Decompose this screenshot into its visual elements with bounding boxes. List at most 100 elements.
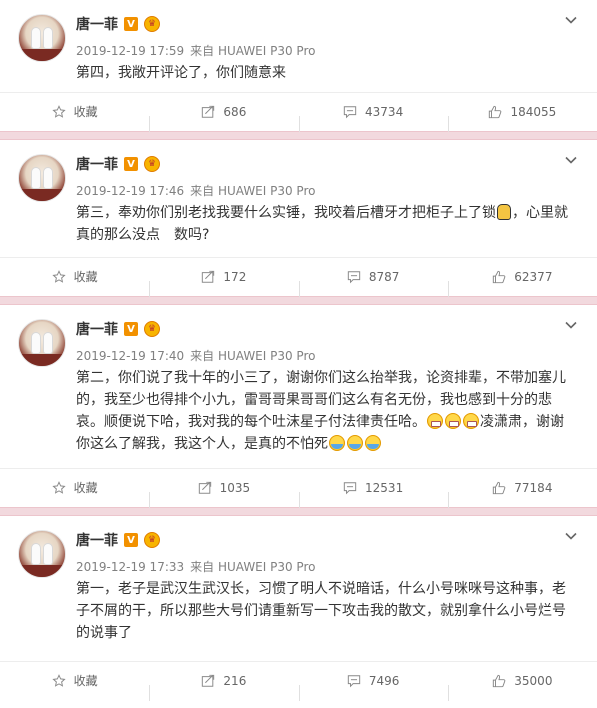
action-bar: 收藏 686 43734 184055	[0, 92, 597, 132]
timestamp[interactable]: 2019-12-19 17:40	[76, 349, 184, 363]
comment-icon	[343, 481, 357, 494]
thumbs-up-icon	[489, 105, 502, 118]
chevron-down-icon[interactable]	[565, 14, 577, 26]
like-count: 62377	[514, 269, 553, 284]
avatar[interactable]	[18, 530, 66, 578]
laugh-cry-emoji-icon	[329, 435, 345, 451]
like-count: 184055	[510, 104, 557, 119]
verified-badge-icon: V	[124, 17, 138, 31]
repost-button[interactable]: 1035	[149, 480, 298, 508]
comment-count: 12531	[365, 480, 404, 495]
post-text-part: 第三，奉劝你们别老找我要什么实锤，我咬着后槽牙才把柜子上了锁	[76, 205, 496, 221]
laugh-cry-emoji-icon	[365, 435, 381, 451]
like-count: 35000	[514, 673, 553, 688]
thumbs-up-icon	[493, 481, 506, 494]
member-crown-icon: ♛	[144, 321, 160, 337]
post-meta: 2019-12-19 17:46 来自 HUAWEI P30 Pro	[76, 182, 575, 198]
favorite-button[interactable]: 收藏	[0, 672, 149, 689]
grin-emoji-icon	[427, 413, 443, 429]
post-card: 唐一菲 V ♛ 2019-12-19 17:46 来自 HUAWEI P30 Pr…	[0, 140, 597, 297]
comment-count: 8787	[368, 269, 400, 284]
star-icon	[51, 104, 66, 118]
post-source: 来自 HUAWEI P30 Pro	[190, 349, 316, 363]
chevron-down-icon[interactable]	[565, 530, 577, 542]
action-bar: 收藏 172 8787 62377	[0, 257, 597, 297]
repost-button[interactable]: 172	[149, 269, 298, 297]
comment-icon	[343, 105, 357, 118]
post-source: 来自 HUAWEI P30 Pro	[190, 44, 316, 58]
username[interactable]: 唐一菲	[76, 319, 118, 339]
post-text: 第三，奉劝你们别老找我要什么实锤，我咬着后槽牙才把柜子上了锁 ，心里就真的那么没点…	[76, 202, 575, 246]
avatar[interactable]	[18, 154, 66, 202]
post-text: 第四，我敞开评论了，你们随意来	[76, 65, 286, 81]
chevron-down-icon[interactable]	[565, 154, 577, 166]
member-crown-icon: ♛	[144, 532, 160, 548]
member-crown-icon: ♛	[144, 16, 160, 32]
timestamp[interactable]: 2019-12-19 17:59	[76, 44, 184, 58]
post-card: 唐一菲 V ♛ 2019-12-19 17:59 来自 HUAWEI P30 Pr…	[0, 0, 597, 132]
favorite-label: 收藏	[73, 674, 98, 688]
favorite-button[interactable]: 收藏	[0, 268, 149, 285]
favorite-label: 收藏	[73, 481, 98, 495]
repost-icon	[202, 270, 215, 283]
repost-icon	[202, 105, 215, 118]
like-button[interactable]: 184055	[447, 104, 597, 132]
feed-separator	[0, 507, 597, 516]
post-card: 唐一菲 V ♛ 2019-12-19 17:40 来自 HUAWEI P30 Pr…	[0, 305, 597, 508]
comment-count: 43734	[365, 104, 404, 119]
repost-count: 172	[223, 269, 247, 284]
comment-icon	[347, 674, 361, 687]
laugh-cry-emoji-icon	[347, 435, 363, 451]
like-button[interactable]: 35000	[447, 673, 597, 701]
verified-badge-icon: V	[124, 533, 138, 547]
like-count: 77184	[514, 480, 553, 495]
star-icon	[51, 269, 66, 283]
grin-emoji-icon	[445, 413, 461, 429]
member-crown-icon: ♛	[144, 156, 160, 172]
post-text: 第一，老子是武汉生武汉长，习惯了明人不说暗话，什么小号咪咪号这种事，老子不屑的干…	[76, 581, 566, 641]
thumbs-up-icon	[493, 674, 506, 687]
thumbs-up-icon	[493, 270, 506, 283]
star-icon	[51, 480, 66, 494]
repost-button[interactable]: 686	[149, 104, 298, 132]
repost-count: 686	[223, 104, 247, 119]
post-meta: 2019-12-19 17:33 来自 HUAWEI P30 Pro	[76, 558, 575, 574]
post-text: 第二，你们说了我十年的小三了，谢谢你们这么抬举我，论资排辈，不带加塞儿的，我至少…	[76, 367, 575, 455]
feed-separator	[0, 131, 597, 140]
favorite-button[interactable]: 收藏	[0, 479, 149, 496]
timestamp[interactable]: 2019-12-19 17:33	[76, 560, 184, 574]
repost-count: 216	[223, 673, 247, 688]
comment-button[interactable]: 7496	[298, 673, 448, 701]
action-bar: 收藏 216 7496 35000	[0, 661, 597, 701]
comment-button[interactable]: 43734	[298, 104, 448, 132]
comment-button[interactable]: 8787	[298, 269, 448, 297]
like-button[interactable]: 62377	[447, 269, 597, 297]
comment-button[interactable]: 12531	[298, 480, 448, 508]
repost-icon	[202, 674, 215, 687]
chevron-down-icon[interactable]	[565, 319, 577, 331]
favorite-button[interactable]: 收藏	[0, 103, 149, 120]
grin-emoji-icon	[463, 413, 479, 429]
timestamp[interactable]: 2019-12-19 17:46	[76, 184, 184, 198]
lock-emoji-icon	[497, 204, 511, 220]
favorite-label: 收藏	[73, 270, 98, 284]
comment-count: 7496	[368, 673, 400, 688]
like-button[interactable]: 77184	[447, 480, 597, 508]
verified-badge-icon: V	[124, 157, 138, 171]
repost-button[interactable]: 216	[149, 673, 298, 701]
repost-count: 1035	[219, 480, 251, 495]
post-meta: 2019-12-19 17:59 来自 HUAWEI P30 Pro	[76, 42, 575, 58]
feed-separator	[0, 296, 597, 305]
verified-badge-icon: V	[124, 322, 138, 336]
post-source: 来自 HUAWEI P30 Pro	[190, 184, 316, 198]
username[interactable]: 唐一菲	[76, 530, 118, 550]
post-meta: 2019-12-19 17:40 来自 HUAWEI P30 Pro	[76, 347, 575, 363]
comment-icon	[347, 270, 361, 283]
username[interactable]: 唐一菲	[76, 14, 118, 34]
avatar[interactable]	[18, 14, 66, 62]
avatar[interactable]	[18, 319, 66, 367]
star-icon	[51, 673, 66, 687]
post-card: 唐一菲 V ♛ 2019-12-19 17:33 来自 HUAWEI P30 Pr…	[0, 516, 597, 701]
favorite-label: 收藏	[73, 105, 98, 119]
username[interactable]: 唐一菲	[76, 154, 118, 174]
